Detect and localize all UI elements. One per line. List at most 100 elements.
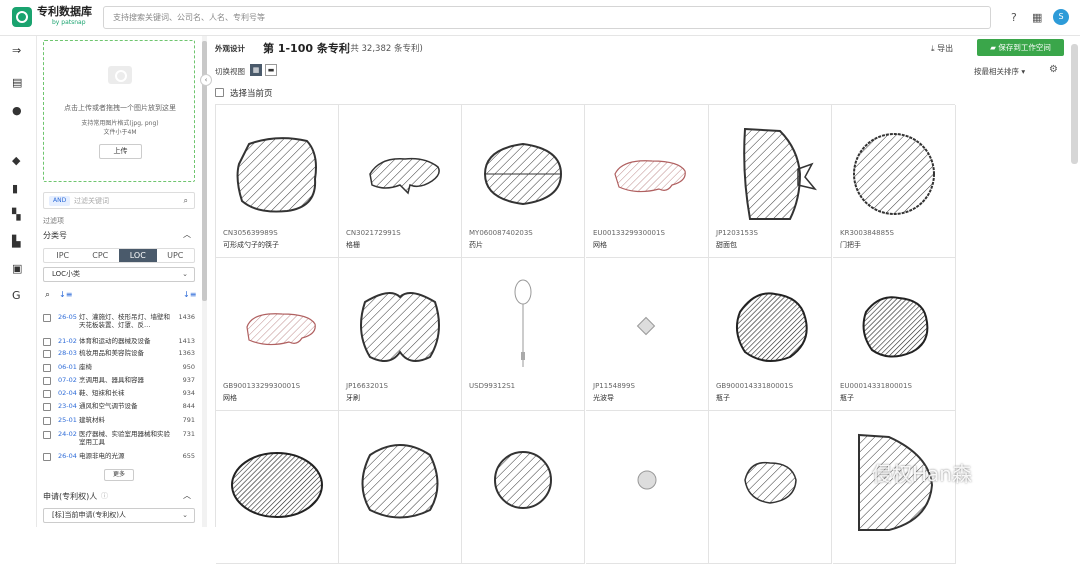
patent-drawing[interactable] [720, 272, 820, 380]
patent-drawing[interactable] [473, 119, 573, 227]
dashboard-icon[interactable]: ▚ [12, 208, 20, 221]
patent-drawing[interactable] [720, 119, 820, 227]
patent-drawing[interactable] [227, 272, 327, 380]
search-input[interactable]: 支持搜索关键词、公司名、人名、专利号等 [103, 6, 991, 29]
checkbox[interactable] [43, 403, 51, 411]
patent-card[interactable]: MY06008740203S 药片 [462, 105, 585, 258]
patent-number[interactable]: CN305639989S [223, 229, 278, 237]
patent-card[interactable]: CN305639989S 可形成勺子的筷子 [216, 105, 339, 258]
patent-drawing[interactable] [350, 272, 450, 380]
patent-drawing[interactable] [350, 425, 450, 533]
patsnap-logo-icon[interactable] [12, 7, 32, 27]
checkbox[interactable] [43, 390, 51, 398]
patent-card[interactable]: EU0013329930001S 网格 [586, 105, 709, 258]
patent-drawing[interactable] [720, 425, 820, 533]
patent-card[interactable]: CN302172991S 格栅 [339, 105, 462, 258]
chart-icon[interactable]: ▮ [12, 182, 18, 195]
more-button[interactable]: 更多 [104, 469, 134, 481]
patent-drawing[interactable] [597, 425, 697, 533]
patent-drawing[interactable] [844, 119, 944, 227]
patent-drawing[interactable] [844, 272, 944, 380]
patent-number[interactable]: GB90013329930001S [223, 382, 300, 390]
sort-select[interactable]: 按最相关排序 ▾ [974, 66, 1025, 77]
patent-drawing[interactable] [350, 119, 450, 227]
export-button[interactable]: ⤓ 导出 [931, 43, 953, 54]
loc-subclass-select[interactable]: LOC小类 ⌄ [43, 267, 195, 282]
patent-drawing[interactable] [227, 119, 327, 227]
applicant-select[interactable]: [标]当前申请(专利权)人 ⌄ [43, 508, 195, 523]
team-icon[interactable]: ▙ [12, 235, 20, 248]
patent-card[interactable] [709, 411, 832, 564]
patent-number[interactable]: JP1663201S [346, 382, 388, 390]
and-operator[interactable]: AND [49, 196, 71, 206]
checkbox[interactable] [43, 417, 51, 425]
save-to-workspace-button[interactable]: ▰ 保存到工作空间 [977, 39, 1064, 56]
sort-icon[interactable]: ↓≡ [59, 290, 72, 299]
patent-card[interactable]: KR300384885S 门把手 [833, 105, 956, 258]
checkbox[interactable] [215, 88, 224, 97]
image-view-icon[interactable]: ▬ [265, 64, 277, 76]
tab-upc[interactable]: UPC [157, 249, 195, 262]
brand-name[interactable]: 专利数据库 [37, 5, 92, 18]
docs-icon[interactable]: ▣ [12, 262, 22, 275]
patent-number[interactable]: CN302172991S [346, 229, 401, 237]
patent-drawing[interactable] [227, 425, 327, 533]
patent-card[interactable]: JP1203153S 甜面包 [709, 105, 832, 258]
patent-card[interactable]: GB90001433180001S 瓶子 [709, 258, 832, 411]
patent-drawing[interactable] [597, 272, 697, 380]
patent-card[interactable]: USD99312S1 [462, 258, 585, 411]
patent-drawing[interactable] [473, 272, 573, 380]
patent-card[interactable]: JP1154899S 光波导 [586, 258, 709, 411]
checkbox[interactable] [43, 364, 51, 372]
patent-number[interactable]: EU0001433180001S [840, 382, 912, 390]
report-icon[interactable]: ▤ [12, 76, 22, 89]
apps-grid-icon[interactable]: ▦ [1032, 11, 1042, 24]
patent-card[interactable]: EU0001433180001S 瓶子 [833, 258, 956, 411]
patent-card[interactable] [339, 411, 462, 564]
sort-desc-icon[interactable]: ↓≡ [183, 290, 196, 299]
patent-card[interactable]: GB90013329930001S 网格 [216, 258, 339, 411]
patent-number[interactable]: EU0013329930001S [593, 229, 665, 237]
gear-icon[interactable]: ⚙ [1049, 64, 1058, 75]
checkbox[interactable] [43, 350, 51, 358]
patent-number[interactable]: KR300384885S [840, 229, 894, 237]
expand-menu-icon[interactable]: ⇒ [12, 44, 21, 57]
patent-card[interactable] [586, 411, 709, 564]
patent-number[interactable]: USD99312S1 [469, 382, 515, 390]
keyword-filter-input[interactable]: AND 过滤关键词 ⌕ [43, 192, 195, 209]
patent-card[interactable] [216, 411, 339, 564]
upload-button[interactable]: 上传 [99, 144, 142, 159]
tab-cpc[interactable]: CPC [82, 249, 120, 262]
search-icon[interactable]: ⌕ [45, 290, 50, 300]
chevron-up-icon[interactable]: ︿ [183, 229, 191, 240]
patent-drawing[interactable] [473, 425, 573, 533]
checkbox[interactable] [43, 431, 51, 439]
patent-drawing[interactable] [597, 119, 697, 227]
checkbox[interactable] [43, 314, 51, 322]
chevron-up-icon[interactable]: ︿ [183, 490, 191, 501]
tab-ipc[interactable]: IPC [44, 249, 82, 262]
search-icon[interactable]: ⌕ [184, 196, 188, 206]
patent-card[interactable]: JP1663201S 牙刷 [339, 258, 462, 411]
grid-view-icon[interactable]: ▦ [250, 64, 262, 76]
patent-number[interactable]: JP1154899S [593, 382, 635, 390]
patent-card[interactable] [462, 411, 585, 564]
checkbox[interactable] [43, 377, 51, 385]
help-icon[interactable]: ? [1011, 11, 1017, 24]
checkbox[interactable] [43, 338, 51, 346]
avatar[interactable]: S [1053, 9, 1069, 25]
patent-number[interactable]: JP1203153S [716, 229, 758, 237]
loc-name: 梳妆用品和美容院设备 [79, 349, 144, 357]
g-icon[interactable]: G [12, 289, 21, 302]
info-icon[interactable]: ⓘ [101, 491, 108, 501]
page-scrollbar[interactable] [1071, 44, 1078, 164]
patent-number[interactable]: GB90001433180001S [716, 382, 793, 390]
patent-card[interactable] [833, 411, 956, 564]
layers-icon[interactable]: ◆ [12, 154, 20, 167]
patent-number[interactable]: MY06008740203S [469, 229, 533, 237]
tab-loc[interactable]: LOC [119, 249, 157, 262]
history-icon[interactable]: ● [12, 104, 22, 117]
image-upload-area[interactable]: 点击上传或者拖拽一个图片放到这里 支持常用图片格式(jpg, png) 文件小于… [43, 40, 195, 182]
select-page-checkbox[interactable]: 选择当前页 [215, 87, 273, 99]
checkbox[interactable] [43, 453, 51, 461]
